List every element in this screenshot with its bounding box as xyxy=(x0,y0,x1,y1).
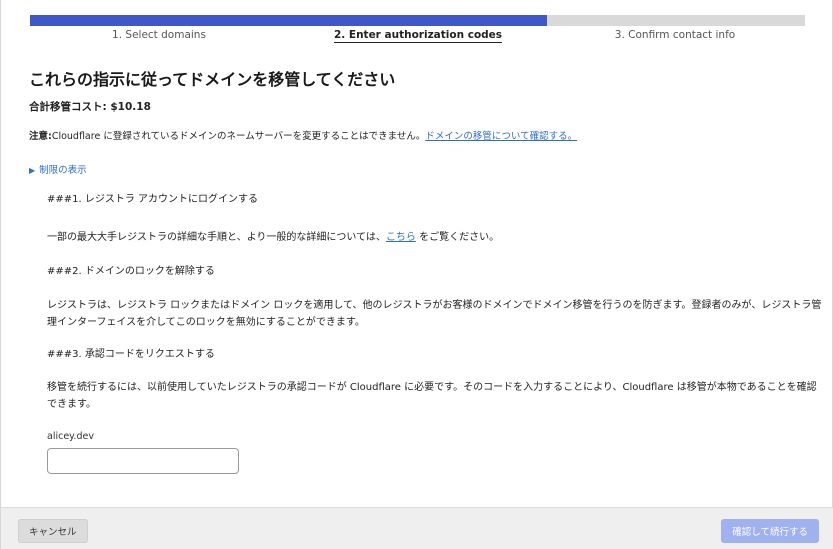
step-indicator: 1. Select domains 2. Enter authorization… xyxy=(30,29,805,45)
instruction-p1-text: 一部の最大大手レジストラの詳細な手順と、より一般的な詳細については、 xyxy=(47,232,386,243)
instruction-paragraph-1: 一部の最大大手レジストラの詳細な手順と、より一般的な詳細については、こちら をご… xyxy=(47,229,822,246)
step-select-domains: 1. Select domains xyxy=(112,29,206,41)
note-prefix: 注意: xyxy=(29,131,52,142)
confirm-and-continue-button[interactable]: 確認して続行する xyxy=(721,519,819,543)
domain-name-label: alicey.dev xyxy=(47,431,94,442)
note-text: Cloudflare に登録されているドメインのネームサーバーを変更することはで… xyxy=(51,131,426,142)
authorization-code-input[interactable] xyxy=(47,448,239,474)
transfer-dialog: 1. Select domains 2. Enter authorization… xyxy=(0,0,833,549)
show-restrictions-toggle[interactable]: ▶ 制限の表示 xyxy=(29,162,87,176)
instruction-p1-suffix: をご覧ください。 xyxy=(415,232,500,243)
instruction-paragraph-2: レジストラは、レジストラ ロックまたはドメイン ロックを適用して、他のレジストラ… xyxy=(47,300,822,328)
instruction-paragraph-3: 移管を続行するには、以前使用していたレジストラの承認コードが Cloudflar… xyxy=(47,382,817,410)
registrar-guide-link[interactable]: こちら xyxy=(386,232,416,243)
progress-bar-fill xyxy=(30,15,547,26)
page-title: これらの指示に従ってドメインを移管してください xyxy=(29,70,396,89)
instruction-heading-3: ###3. 承認コードをリクエストする xyxy=(47,349,215,360)
dialog-footer: キャンセル 確認して続行する xyxy=(1,507,833,549)
triangle-right-icon: ▶ xyxy=(29,166,36,175)
show-restrictions-label: 制限の表示 xyxy=(39,165,87,176)
step-enter-authorization-codes: 2. Enter authorization codes xyxy=(333,29,503,43)
step-confirm-contact-info: 3. Confirm contact info xyxy=(614,29,736,41)
nameserver-note: 注意:Cloudflare に登録されているドメインのネームサーバーを変更するこ… xyxy=(29,128,577,142)
instruction-heading-1: ###1. レジストラ アカウントにログインする xyxy=(47,194,259,205)
progress-bar xyxy=(30,15,805,26)
transfer-info-link[interactable]: ドメインの移管について確認する。 xyxy=(425,131,577,142)
total-transfer-cost: 合計移管コスト: $10.18 xyxy=(29,101,151,113)
instruction-heading-2: ###2. ドメインのロックを解除する xyxy=(47,266,215,277)
cancel-button[interactable]: キャンセル xyxy=(18,519,88,543)
